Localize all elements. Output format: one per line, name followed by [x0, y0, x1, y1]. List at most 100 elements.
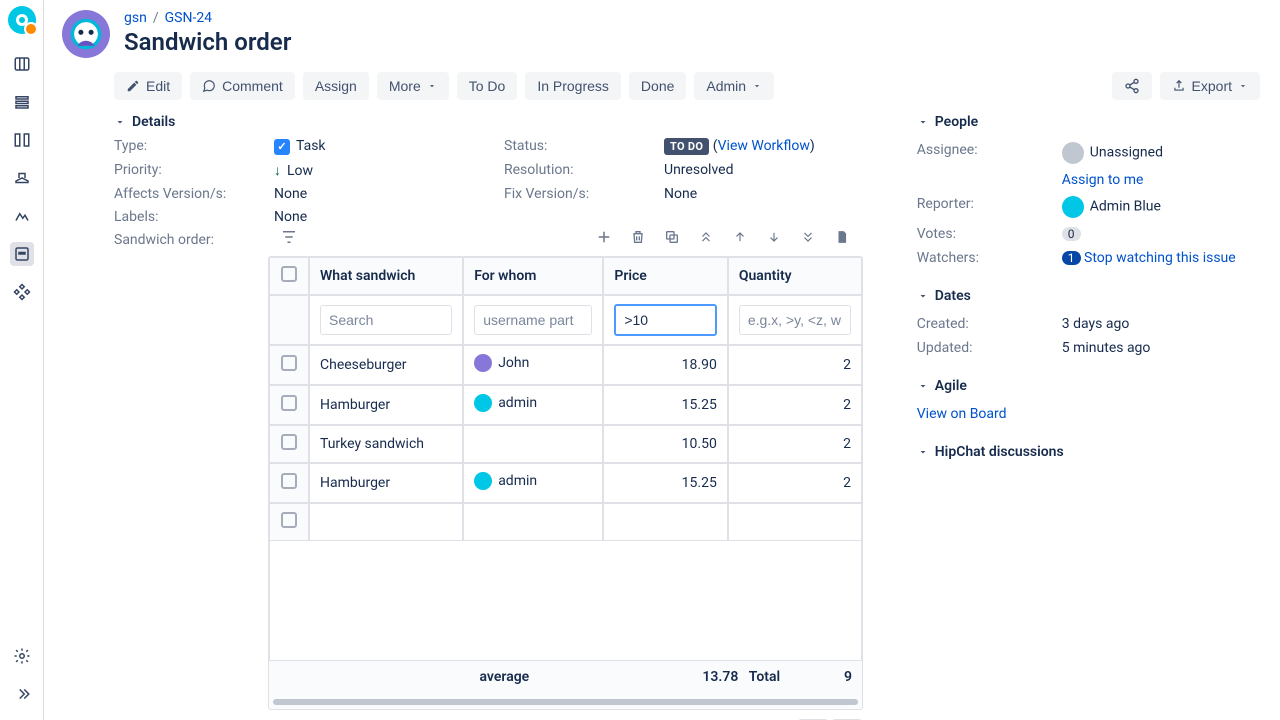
sidebar-backlog-icon[interactable]	[10, 90, 34, 114]
assign-button[interactable]: Assign	[303, 72, 369, 100]
cell-qty[interactable]: 2	[728, 425, 862, 463]
assignee-label: Assignee:	[917, 142, 1062, 164]
filter-quantity-input[interactable]	[739, 305, 851, 335]
table-row[interactable]: Turkey sandwich 10.50 2	[269, 425, 862, 463]
updated-label: Updated:	[917, 340, 1062, 356]
priority-value: Low	[274, 162, 504, 179]
row-checkbox[interactable]	[281, 512, 297, 528]
row-checkbox[interactable]	[281, 355, 297, 371]
cell-forwhom[interactable]: admin	[463, 463, 603, 503]
affects-value: None	[274, 186, 504, 202]
footer-total-label: Total	[749, 669, 780, 685]
move-bottom-icon[interactable]	[798, 227, 818, 247]
sandwich-order-label: Sandwich order:	[114, 232, 274, 248]
votes-badge: 0	[1062, 227, 1081, 241]
table-row[interactable]: Hamburger admin 15.25 2	[269, 385, 862, 425]
issue-summary: Sandwich order	[124, 28, 291, 56]
details-section-title[interactable]: Details	[114, 114, 877, 130]
sidebar-reports-icon[interactable]	[10, 204, 34, 228]
cell-price[interactable]: 18.90	[603, 345, 727, 385]
sandwich-table: What sandwich For whom Price Quantity Ch…	[268, 256, 863, 710]
move-up-icon[interactable]	[730, 227, 750, 247]
sidebar-ship-icon[interactable]	[10, 166, 34, 190]
cell-qty[interactable]: 2	[728, 463, 862, 503]
col-price[interactable]: Price	[603, 257, 727, 295]
filter-forwhom-input[interactable]	[474, 305, 592, 335]
breadcrumb-project[interactable]: gsn	[124, 10, 147, 26]
row-checkbox[interactable]	[281, 395, 297, 411]
footer-total-value: 9	[790, 661, 862, 693]
admin-button[interactable]: Admin	[694, 72, 774, 100]
sidebar-addon-icon[interactable]	[10, 280, 34, 304]
breadcrumb-sep: /	[153, 10, 159, 26]
people-section-title[interactable]: People	[917, 114, 1260, 130]
agile-section-title[interactable]: Agile	[917, 378, 1260, 394]
resolution-value: Unresolved	[664, 162, 864, 179]
view-on-board-link[interactable]: View on Board	[917, 406, 1007, 422]
avatar-icon	[1062, 142, 1084, 164]
dates-section-title[interactable]: Dates	[917, 288, 1260, 304]
app-logo[interactable]	[8, 6, 36, 34]
cell-forwhom[interactable]: John	[463, 345, 603, 385]
share-button[interactable]	[1112, 72, 1152, 100]
cell-forwhom[interactable]	[463, 425, 603, 463]
cell-price[interactable]: 10.50	[603, 425, 727, 463]
status-value: TO DO (View Workflow)	[664, 138, 864, 155]
export-button[interactable]: Export	[1160, 72, 1260, 100]
watchers-badge: 1	[1062, 251, 1081, 265]
move-top-icon[interactable]	[696, 227, 716, 247]
cell-qty[interactable]: 2	[728, 345, 862, 385]
cell-price[interactable]: 15.25	[603, 385, 727, 425]
sidebar-issues-icon[interactable]	[10, 242, 34, 266]
cell-what[interactable]: Turkey sandwich	[309, 425, 463, 463]
transition-inprogress-button[interactable]: In Progress	[525, 72, 621, 100]
add-row-icon[interactable]	[594, 227, 614, 247]
footer-avg-label: average	[480, 669, 530, 685]
cell-price[interactable]: 15.25	[603, 463, 727, 503]
avatar-icon	[474, 354, 492, 372]
app-sidebar	[0, 0, 44, 720]
cell-forwhom[interactable]: admin	[463, 385, 603, 425]
stop-watching-link[interactable]: Stop watching this issue	[1084, 250, 1236, 266]
transition-done-button[interactable]: Done	[629, 72, 686, 100]
row-checkbox[interactable]	[281, 434, 297, 450]
table-row[interactable]: Cheeseburger John 18.90 2	[269, 345, 862, 385]
affects-label: Affects Version/s:	[114, 186, 274, 202]
document-icon[interactable]	[832, 227, 852, 247]
user-chip: John	[474, 354, 529, 372]
edit-button[interactable]: Edit	[114, 72, 182, 100]
filter-price-input[interactable]	[614, 304, 716, 336]
col-quantity[interactable]: Quantity	[728, 257, 862, 295]
select-all-checkbox[interactable]	[281, 266, 297, 282]
sidebar-columns-icon[interactable]	[10, 128, 34, 152]
comment-button[interactable]: Comment	[190, 72, 295, 100]
sidebar-expand-icon[interactable]	[10, 682, 34, 706]
copy-row-icon[interactable]	[662, 227, 682, 247]
cell-what[interactable]: Hamburger	[309, 385, 463, 425]
row-checkbox[interactable]	[281, 473, 297, 489]
filter-what-input[interactable]	[320, 305, 452, 335]
assignee-value: Unassigned	[1062, 142, 1163, 164]
sidebar-board-icon[interactable]	[10, 52, 34, 76]
transition-todo-button[interactable]: To Do	[457, 72, 518, 100]
table-row[interactable]: Hamburger admin 15.25 2	[269, 463, 862, 503]
cell-qty[interactable]: 2	[728, 385, 862, 425]
more-button[interactable]: More	[377, 72, 449, 100]
horizontal-scrollbar[interactable]	[273, 699, 858, 705]
type-label: Type:	[114, 138, 274, 155]
cell-what[interactable]: Hamburger	[309, 463, 463, 503]
delete-row-icon[interactable]	[628, 227, 648, 247]
assign-to-me-link[interactable]: Assign to me	[1062, 172, 1144, 188]
status-label: Status:	[504, 138, 664, 155]
filter-icon[interactable]	[279, 227, 299, 247]
view-workflow-link[interactable]: View Workflow	[718, 138, 810, 154]
hipchat-section-title[interactable]: HipChat discussions	[917, 444, 1260, 460]
sidebar-settings-icon[interactable]	[10, 644, 34, 668]
cell-what[interactable]: Cheeseburger	[309, 345, 463, 385]
col-forwhom[interactable]: For whom	[463, 257, 603, 295]
move-down-icon[interactable]	[764, 227, 784, 247]
col-what[interactable]: What sandwich	[309, 257, 463, 295]
breadcrumb-key[interactable]: GSN-24	[165, 10, 212, 26]
created-label: Created:	[917, 316, 1062, 332]
avatar-icon	[1062, 196, 1084, 218]
